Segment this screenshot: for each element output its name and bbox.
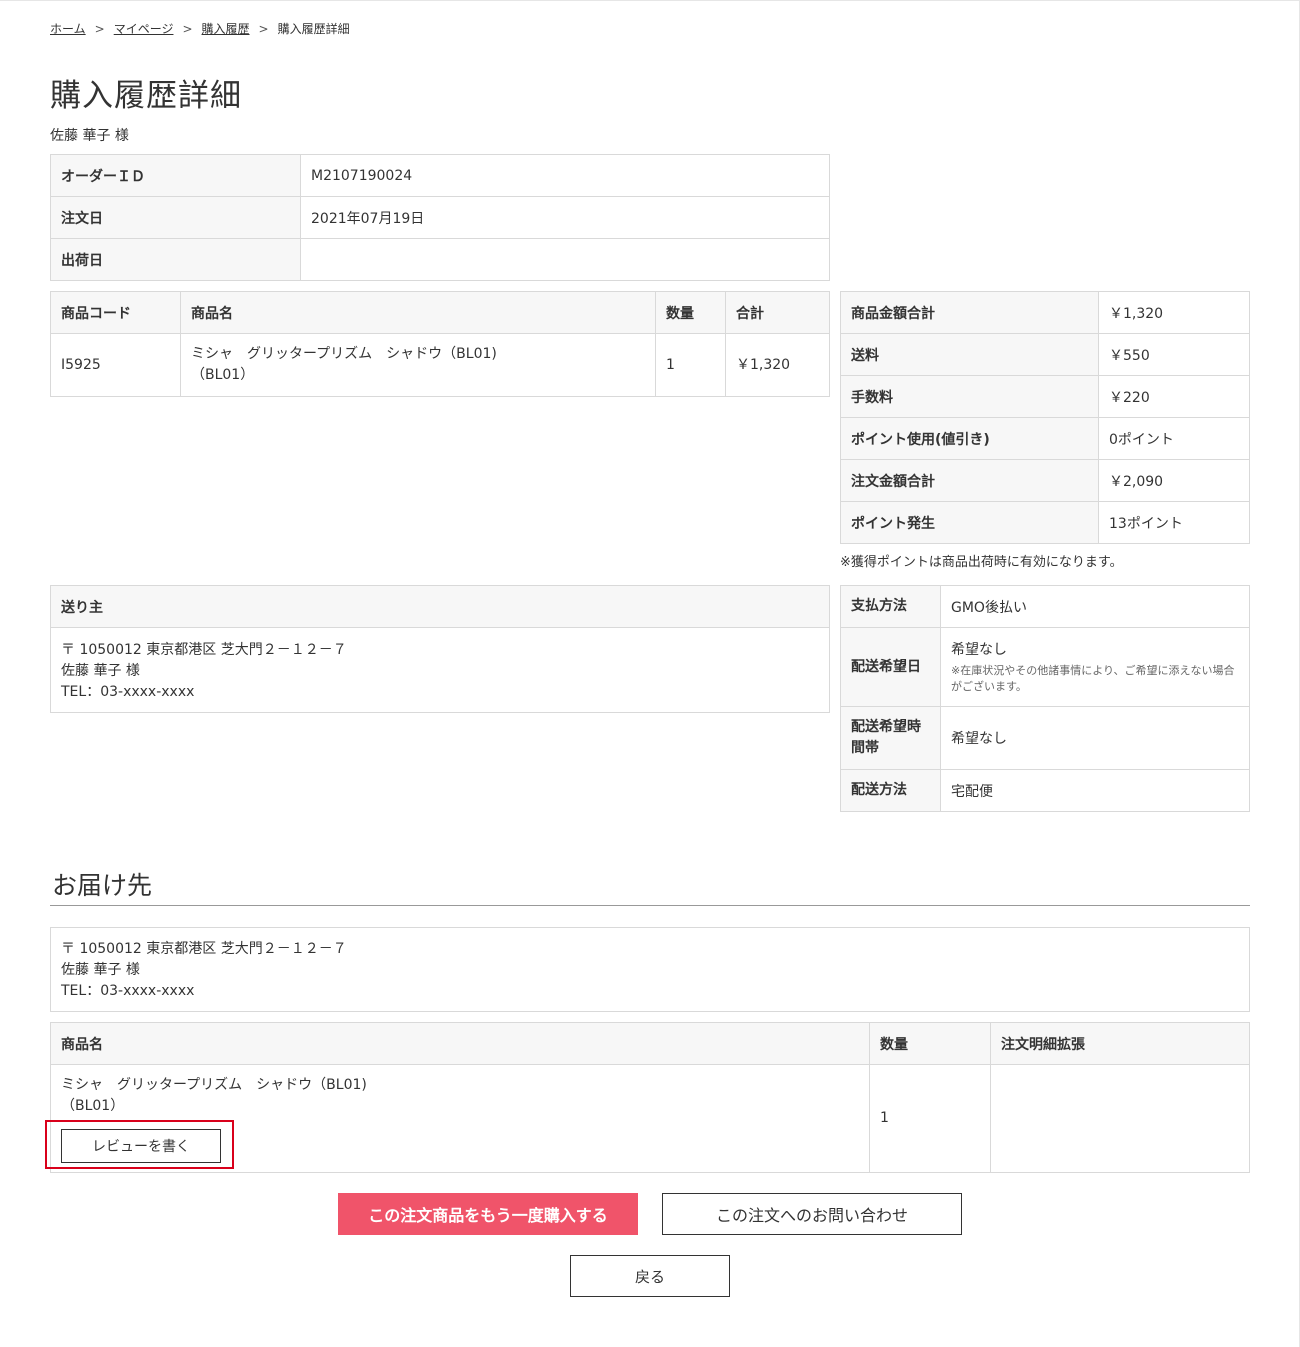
order-date-value: 2021年07月19日: [300, 196, 830, 239]
rebuy-button[interactable]: この注文商品をもう一度購入する: [338, 1193, 638, 1235]
sender-table: 送り主 〒 1050012 東京都港区 芝大門２－１２－７ 佐藤 華子 様 TE…: [50, 585, 830, 713]
sender-details: 〒 1050012 東京都港区 芝大門２－１２－７ 佐藤 華子 様 TEL：03…: [50, 627, 830, 713]
delivery-time-value: 希望なし: [940, 706, 1250, 770]
breadcrumb-separator: >: [94, 21, 105, 36]
col-header-extension: 注文明細拡張: [990, 1022, 1250, 1065]
order-date-label: 注文日: [50, 196, 301, 239]
section-divider: [50, 905, 1250, 906]
summary-value: ￥220: [1098, 375, 1250, 418]
customer-name: 佐藤 華子 様: [50, 128, 129, 144]
destination-address: 〒 1050012 東京都港区 芝大門２－１２－７: [61, 941, 347, 957]
breadcrumb-home-link[interactable]: ホーム: [50, 20, 86, 37]
delivery-item-extension: [990, 1064, 1250, 1173]
summary-row: 送料 ￥550: [840, 333, 1250, 376]
payment-method-label: 支払方法: [840, 585, 941, 628]
delivery-item-name-line1: ミシャ グリッタープリズム シャドウ（BL01): [61, 1077, 367, 1093]
items-table: 商品コード 商品名 数量 合計 I5925 ミシャ グリッタープリズム シャドウ…: [50, 291, 830, 397]
delivery-time-label: 配送希望時間帯: [840, 706, 941, 770]
item-total: ￥1,320: [725, 333, 830, 397]
inquiry-button[interactable]: この注文へのお問い合わせ: [662, 1193, 962, 1235]
breadcrumb-history-link[interactable]: 購入履歴: [202, 20, 250, 37]
delivery-date-cell: 希望なし ※在庫状況やその他諸事情により、ご希望に添えない場合がございます。: [940, 627, 1250, 707]
points-note: ※獲得ポイントは商品出荷時に有効になります。: [840, 555, 1123, 570]
summary-value: ￥550: [1098, 333, 1250, 376]
summary-row: 商品金額合計 ￥1,320: [840, 291, 1250, 334]
item-code: I5925: [50, 333, 181, 397]
top-border: [0, 0, 1300, 1]
order-id-label: オーダーＩＤ: [50, 154, 301, 197]
col-header-code: 商品コード: [50, 291, 181, 334]
delivery-date-value: 希望なし: [951, 642, 1007, 658]
summary-row: 手数料 ￥220: [840, 375, 1250, 418]
payment-method-row: 支払方法 GMO後払い: [840, 585, 1250, 628]
sender-body-row: 〒 1050012 東京都港区 芝大門２－１２－７ 佐藤 華子 様 TEL：03…: [50, 627, 830, 713]
back-button[interactable]: 戻る: [570, 1255, 730, 1297]
payment-table: 支払方法 GMO後払い 配送希望日 希望なし ※在庫状況やその他諸事情により、ご…: [840, 585, 1250, 812]
items-header-row: 商品コード 商品名 数量 合計: [50, 291, 830, 334]
col-header-qty: 数量: [655, 291, 726, 334]
table-row: ミシャ グリッタープリズム シャドウ（BL01) （BL01） レビューを書く …: [50, 1064, 1250, 1173]
delivery-date-row: 配送希望日 希望なし ※在庫状況やその他諸事情により、ご希望に添えない場合がござ…: [840, 627, 1250, 707]
breadcrumb: ホーム > マイページ > 購入履歴 > 購入履歴詳細: [50, 20, 350, 37]
order-date-row: 注文日 2021年07月19日: [50, 196, 830, 239]
sender-header: 送り主: [50, 585, 830, 628]
summary-label: 商品金額合計: [840, 291, 1099, 334]
delivery-method-row: 配送方法 宅配便: [840, 769, 1250, 812]
payment-method-value: GMO後払い: [940, 585, 1250, 628]
summary-row: ポイント使用(値引き) 0ポイント: [840, 417, 1250, 460]
col-header-name: 商品名: [50, 1022, 870, 1065]
order-info-table: オーダーＩＤ M2107190024 注文日 2021年07月19日 出荷日: [50, 154, 830, 281]
summary-value: ￥2,090: [1098, 459, 1250, 502]
delivery-date-label: 配送希望日: [840, 627, 941, 707]
order-id-row: オーダーＩＤ M2107190024: [50, 154, 830, 197]
col-header-total: 合計: [725, 291, 830, 334]
destination-tel: TEL：03-xxxx-xxxx: [61, 983, 195, 999]
sender-header-row: 送り主: [50, 585, 830, 628]
order-id-value: M2107190024: [300, 154, 830, 197]
summary-value: 13ポイント: [1098, 501, 1250, 544]
summary-label: ポイント発生: [840, 501, 1099, 544]
summary-label: 送料: [840, 333, 1099, 376]
delivery-date-note: ※在庫状況やその他諸事情により、ご希望に添えない場合がございます。: [951, 664, 1235, 693]
item-name-line1: ミシャ グリッタープリズム シャドウ（BL01): [191, 346, 497, 362]
breadcrumb-separator: >: [258, 21, 269, 36]
destination-address-box: 〒 1050012 東京都港区 芝大門２－１２－７ 佐藤 華子 様 TEL：03…: [50, 927, 1250, 1012]
col-header-name: 商品名: [180, 291, 656, 334]
table-row: I5925 ミシャ グリッタープリズム シャドウ（BL01) （BL01） 1 …: [50, 333, 830, 397]
summary-row: 注文金額合計 ￥2,090: [840, 459, 1250, 502]
delivery-time-row: 配送希望時間帯 希望なし: [840, 706, 1250, 770]
item-name: ミシャ グリッタープリズム シャドウ（BL01) （BL01）: [180, 333, 656, 397]
breadcrumb-current: 購入履歴詳細: [277, 22, 350, 36]
delivery-header-row: 商品名 数量 注文明細拡張: [50, 1022, 1250, 1065]
delivery-method-value: 宅配便: [940, 769, 1250, 812]
sender-tel: TEL：03-xxxx-xxxx: [61, 683, 195, 700]
write-review-button[interactable]: レビューを書く: [61, 1129, 221, 1163]
item-qty: 1: [655, 333, 726, 397]
page-title: 購入履歴詳細: [50, 78, 242, 114]
summary-value: ￥1,320: [1098, 291, 1250, 334]
summary-value: 0ポイント: [1098, 417, 1250, 460]
delivery-items-table: 商品名 数量 注文明細拡張 ミシャ グリッタープリズム シャドウ（BL01) （…: [50, 1022, 1250, 1173]
summary-label: 注文金額合計: [840, 459, 1099, 502]
breadcrumb-mypage-link[interactable]: マイページ: [114, 20, 174, 37]
summary-label: 手数料: [840, 375, 1099, 418]
delivery-item-qty: 1: [869, 1064, 991, 1173]
delivery-method-label: 配送方法: [840, 769, 941, 812]
sender-name: 佐藤 華子 様: [61, 662, 140, 679]
delivery-item-name-cell: ミシャ グリッタープリズム シャドウ（BL01) （BL01） レビューを書く: [50, 1064, 870, 1173]
ship-date-value: [300, 238, 830, 281]
ship-date-row: 出荷日: [50, 238, 830, 281]
summary-table: 商品金額合計 ￥1,320 送料 ￥550 手数料 ￥220 ポイント使用(値引…: [840, 291, 1250, 544]
col-header-qty: 数量: [869, 1022, 991, 1065]
breadcrumb-separator: >: [182, 21, 193, 36]
destination-title: お届け先: [52, 871, 153, 900]
sender-address: 〒 1050012 東京都港区 芝大門２－１２－７: [61, 641, 347, 658]
item-name-line2: （BL01）: [191, 367, 255, 383]
summary-row: ポイント発生 13ポイント: [840, 501, 1250, 544]
ship-date-label: 出荷日: [50, 238, 301, 281]
destination-name: 佐藤 華子 様: [61, 962, 140, 978]
delivery-item-name-line2: （BL01）: [61, 1098, 125, 1114]
summary-label: ポイント使用(値引き): [840, 417, 1099, 460]
